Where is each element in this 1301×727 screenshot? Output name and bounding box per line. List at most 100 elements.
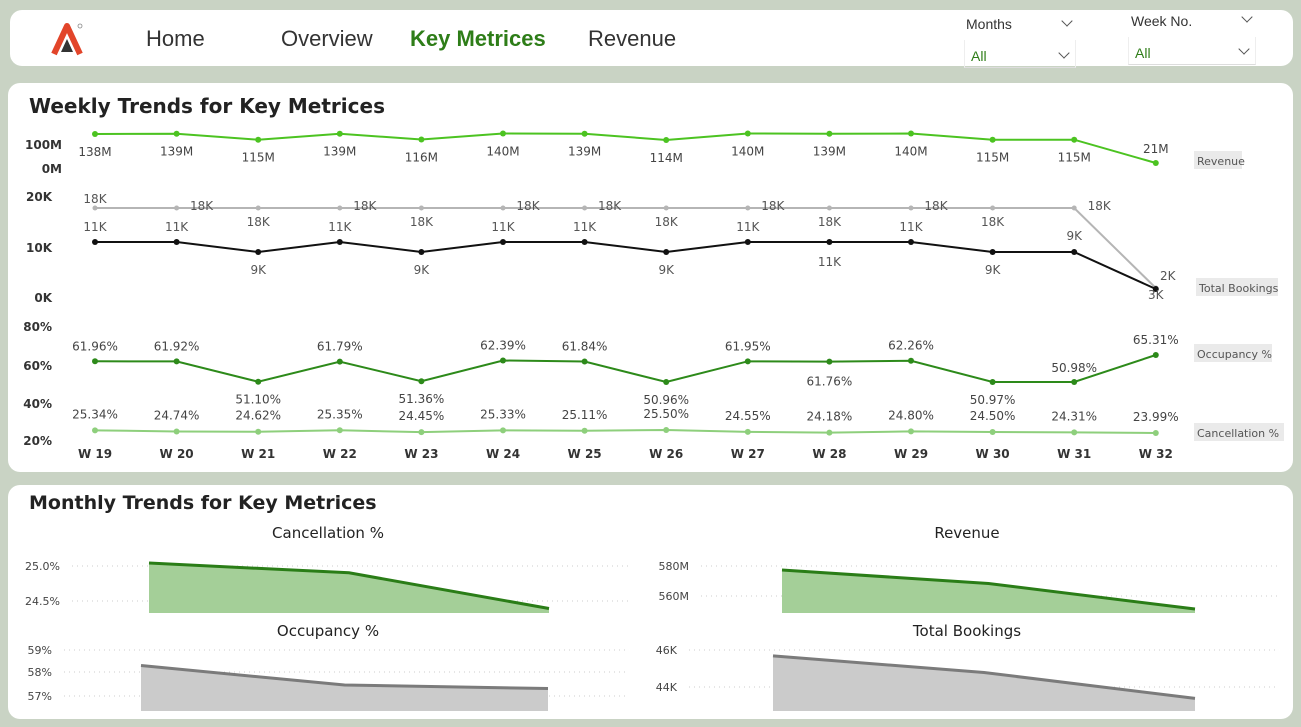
bookings-grey-data-label: 18K [190,199,214,213]
bookings-grey-data-label: 18K [761,199,785,213]
occupancy-weekly-point [336,358,343,365]
cancellation-weekly-data-label: 24.45% [399,409,445,423]
bookings-black-point [418,249,425,255]
revenue-weekly-point [744,130,751,137]
occupancy-weekly-data-label: 50.98% [1051,361,1097,375]
week-tick-label: W 26 [649,447,683,461]
revenue-weekly-point [1071,136,1078,143]
cancellation-weekly-point [255,428,262,435]
nav-overview[interactable]: Overview [281,26,373,52]
cancellation-weekly-data-label: 24.31% [1051,409,1097,423]
bookings-grey-data-label: 18K [924,199,948,213]
monthly-y-tick: 560M [659,590,690,603]
monthly-chart-title: Occupancy % [277,622,379,640]
monthly-chart-title: Revenue [934,524,999,542]
occupancy-weekly-data-label: 50.96% [643,393,689,407]
cancellation-weekly-point [826,429,833,436]
chevron-down-icon[interactable] [1061,15,1073,27]
bookings-black-point [500,239,506,245]
nav-home[interactable]: Home [146,26,205,52]
revenue-weekly-point [255,136,262,143]
occupancy-weekly-point [581,358,588,365]
bookings-black-point [1071,249,1078,255]
monthly-y-tick: 24.5% [25,595,60,608]
week-tick-label: W 24 [486,447,520,461]
percent-y-tick: 40% [23,397,52,411]
nav-key-metrices[interactable]: Key Metrices [410,26,546,52]
bookings-black-point [663,249,670,255]
bookings-black-point [173,239,180,245]
revenue-weekly-data-label: 140M [894,145,927,159]
revenue-weekly-point [581,130,588,137]
occupancy-weekly-point [173,358,180,365]
occupancy-weekly-line [94,354,1157,384]
monthly-y-tick: 59% [28,644,52,657]
occupancy-weekly-point [826,358,833,365]
bookings-grey-point [337,205,343,211]
bookings-grey-data-label: 18K [83,192,107,206]
bookings-legend-label: Total Bookings [1198,282,1279,295]
cancellation-weekly-data-label: 24.55% [725,409,771,423]
monthly-area-fill [773,655,1195,711]
bookings-grey-point [745,205,751,211]
bookings-black-data-label: 9K [414,263,431,277]
occupancy-weekly-point [989,378,996,385]
bookings-black-data-label: 11K [328,220,352,234]
revenue-legend-label: Revenue [1197,155,1245,168]
bookings-black-point [255,249,262,255]
week-filter-dropdown[interactable]: All [1128,37,1256,65]
monthly-trends-charts: Cancellation % 25.0% 24.5% Revenue 580M 560M O… [25,524,1278,711]
nav-revenue[interactable]: Revenue [588,26,676,52]
occupancy-weekly-data-label: 61.96% [72,339,118,353]
revenue-weekly-point [418,136,425,143]
percent-y-tick: 20% [23,434,52,448]
cancellation-weekly-data-label: 24.74% [154,409,200,423]
occupancy-legend-label: Occupancy % [1197,348,1272,361]
chevron-down-icon[interactable] [1241,11,1253,23]
cancellation-weekly-data-label: 25.35% [317,407,363,421]
weekly-trends-card: Weekly Trends for Key Metrices W 19 W 20 W… [8,83,1293,472]
cancellation-weekly-point [418,429,425,436]
week-tick-label: W 28 [812,447,846,461]
bookings-black-point [989,249,996,255]
bookings-grey-data-label: 18K [981,215,1005,229]
occupancy-weekly-point [500,357,506,364]
revenue-weekly-data-label: 140M [486,145,519,159]
revenue-weekly-data-label: 138M [78,145,111,159]
occupancy-weekly-data-label: 61.79% [317,340,363,354]
week-tick-label: W 25 [568,447,602,461]
occupancy-weekly-point [663,379,670,385]
cancellation-weekly-data-label: 24.18% [807,410,853,424]
occupancy-weekly-data-label: 61.95% [725,339,771,353]
cancellation-weekly-data-label: 25.11% [562,408,608,422]
bookings-grey-data-label: 18K [598,199,622,213]
bookings-black-point [336,239,343,245]
monthly-y-tick: 25.0% [25,560,60,573]
week-tick-label: W 30 [976,447,1010,461]
revenue-weekly-data-label: 139M [813,145,846,159]
bookings-black-point [908,239,914,245]
cancellation-weekly-point [173,428,180,435]
week-filter-value: All [1135,45,1151,61]
occupancy-weekly-point [418,378,425,385]
cancellation-weekly-point [1152,430,1159,436]
revenue-weekly-point [1152,160,1159,166]
revenue-weekly-data-label: 140M [731,145,764,159]
revenue-weekly-data-label: 139M [568,145,601,159]
cancellation-weekly-point [92,427,98,434]
months-filter-value: All [971,48,987,64]
occupancy-weekly-data-label: 65.31% [1133,333,1179,347]
bookings-black-data-label: 3K [1148,288,1165,302]
bookings-grey-point [418,205,424,211]
percent-y-tick: 60% [23,359,52,373]
cancellation-weekly-data-label: 23.99% [1133,410,1179,424]
cancellation-weekly-data-label: 25.33% [480,407,526,421]
week-tick-label: W 31 [1057,447,1091,461]
bookings-grey-data-label: 18K [1088,199,1112,213]
bookings-black-data-label: 11K [818,255,842,269]
bookings-grey-point [908,205,914,211]
occupancy-weekly-data-label: 62.39% [480,338,526,352]
occupancy-weekly-data-label: 61.84% [562,340,608,354]
occupancy-weekly-point [1071,378,1078,385]
cancellation-weekly-point [663,427,670,433]
